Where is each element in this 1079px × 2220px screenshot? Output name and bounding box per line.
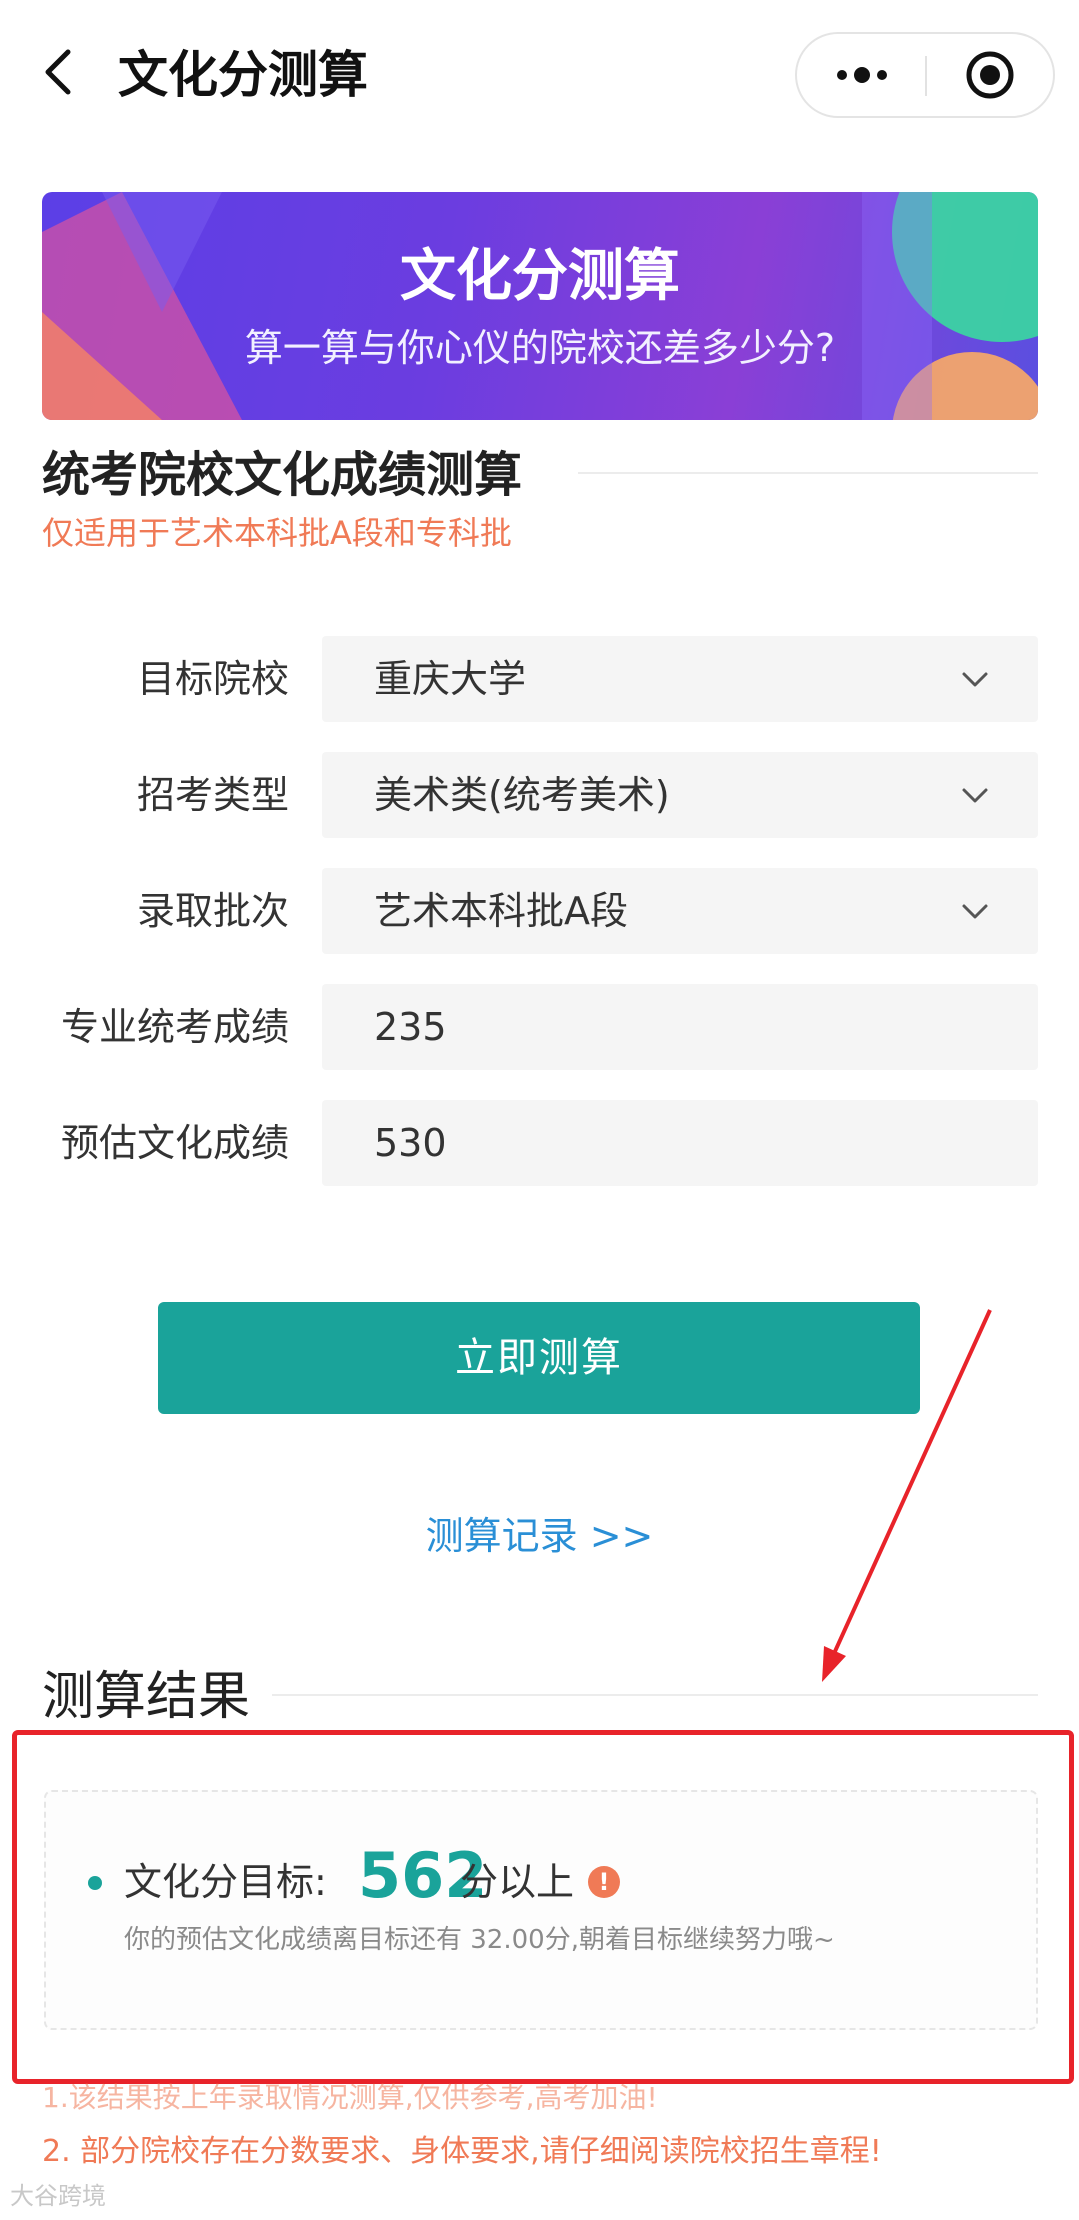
chevron-down-icon xyxy=(962,788,988,803)
promo-banner[interactable]: 文化分测算 算一算与你心仪的院校还差多少分? xyxy=(42,192,1038,420)
banner-subtitle: 算一算与你心仪的院校还差多少分? xyxy=(244,326,836,370)
chevron-down-icon xyxy=(962,672,988,687)
major-score-input[interactable]: 235 xyxy=(322,984,1038,1070)
watermark: 大谷跨境 xyxy=(10,2182,106,2210)
more-dots-icon xyxy=(836,67,887,83)
culture-score-label: 预估文化成绩 xyxy=(60,1121,289,1165)
form-row-major-score: 专业统考成绩 235 xyxy=(0,984,1079,1070)
form-row-category: 招考类型 美术类(统考美术) xyxy=(0,752,1079,838)
culture-score-input[interactable]: 530 xyxy=(322,1100,1038,1186)
major-score-label: 专业统考成绩 xyxy=(60,1005,289,1049)
top-nav-bar: 文化分测算 xyxy=(0,0,1079,150)
batch-label: 录取批次 xyxy=(136,889,289,933)
form-row-school: 目标院校 重庆大学 xyxy=(0,636,1079,722)
chevron-down-icon xyxy=(962,904,988,919)
page-title: 文化分测算 xyxy=(118,46,368,104)
form-row-batch: 录取批次 艺术本科批A段 xyxy=(0,868,1079,954)
culture-score-value: 530 xyxy=(374,1121,447,1165)
target-circle-icon xyxy=(966,51,1014,99)
close-mini-program-button[interactable] xyxy=(927,34,1053,116)
section-note: 仅适用于艺术本科批A段和专科批 xyxy=(42,514,512,552)
footnote-2: 2. 部分院校存在分数要求、身体要求,请仔细阅读院校招生章程! xyxy=(42,2134,882,2169)
section-divider xyxy=(578,472,1038,474)
result-divider xyxy=(272,1694,1038,1696)
banner-title: 文化分测算 xyxy=(400,244,680,309)
major-score-value: 235 xyxy=(374,1005,447,1049)
school-value: 重庆大学 xyxy=(374,657,527,701)
category-label: 招考类型 xyxy=(136,773,289,817)
history-link[interactable]: 测算记录 >> xyxy=(0,1508,1079,1564)
batch-select[interactable]: 艺术本科批A段 xyxy=(322,868,1038,954)
section-title: 统考院校文化成绩测算 xyxy=(42,447,523,503)
footnote-1: 1.该结果按上年录取情况测算,仅供参考,高考加油! xyxy=(42,2081,658,2114)
mini-program-capsule xyxy=(795,32,1055,118)
batch-value: 艺术本科批A段 xyxy=(374,889,628,933)
back-button[interactable] xyxy=(38,42,78,102)
category-value: 美术类(统考美术) xyxy=(374,773,670,817)
more-button[interactable] xyxy=(797,34,926,116)
annotation-highlight-box xyxy=(12,1730,1074,2084)
result-title: 测算结果 xyxy=(42,1667,251,1727)
calculate-button[interactable]: 立即测算 xyxy=(158,1302,920,1414)
form-row-culture-score: 预估文化成绩 530 xyxy=(0,1100,1079,1186)
category-select[interactable]: 美术类(统考美术) xyxy=(322,752,1038,838)
chevron-left-icon xyxy=(45,49,71,95)
school-label: 目标院校 xyxy=(136,657,289,701)
school-select[interactable]: 重庆大学 xyxy=(322,636,1038,722)
